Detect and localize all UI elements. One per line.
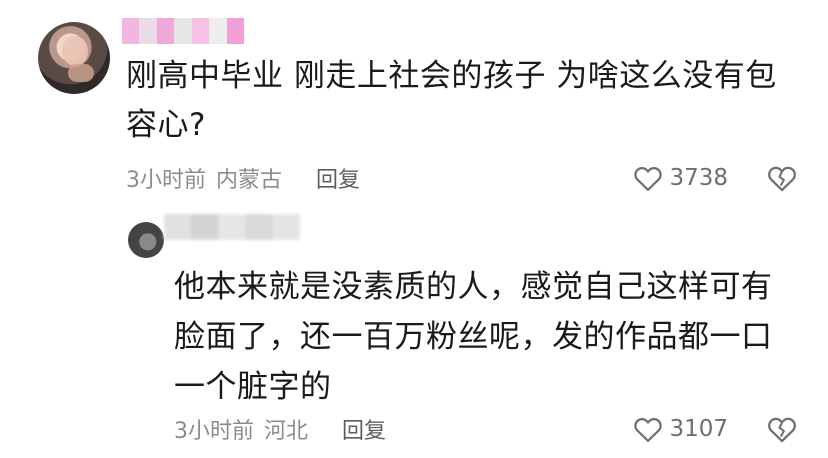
reply-like-button[interactable]: 3107: [633, 415, 728, 443]
commenter-avatar[interactable]: [38, 22, 110, 94]
reply-like-count: 3107: [669, 416, 728, 442]
comment-text: 刚高中毕业 刚走上社会的孩子 为啥这么没有包容心?: [126, 58, 777, 143]
comment-like-count: 3738: [669, 165, 728, 191]
comment-time: 3小时前: [126, 168, 206, 193]
comment-dislike-button[interactable]: [766, 164, 798, 192]
heart-outline-icon: [634, 166, 663, 191]
reply-meta-row: 3小时前 河北 回复 3107: [174, 413, 798, 445]
comment-meta-row: 3小时前 内蒙古 回复 3738: [126, 162, 798, 194]
heart-outline-icon: [634, 417, 663, 442]
replier-name-blurred[interactable]: [164, 214, 300, 240]
replier-avatar[interactable]: [128, 222, 164, 258]
avatar-hand: [68, 64, 94, 82]
broken-heart-icon: [768, 166, 796, 192]
commenter-name-blurred[interactable]: [122, 18, 244, 44]
reply-dislike-button[interactable]: [766, 415, 798, 443]
reply-reply-button[interactable]: 回复: [342, 413, 386, 445]
reply-time: 3小时前: [174, 419, 254, 444]
comment-reply-button[interactable]: 回复: [316, 162, 360, 194]
comment-location: 内蒙古: [216, 168, 283, 193]
reply-text: 他本来就是没素质的人，感觉自己这样可有脸面了，还一百万粉丝呢，发的作品都一口一个…: [174, 269, 773, 405]
broken-heart-icon: [768, 417, 796, 443]
reply-location: 河北: [264, 419, 309, 444]
avatar-face: [62, 36, 88, 66]
comment-like-button[interactable]: 3738: [633, 164, 728, 192]
